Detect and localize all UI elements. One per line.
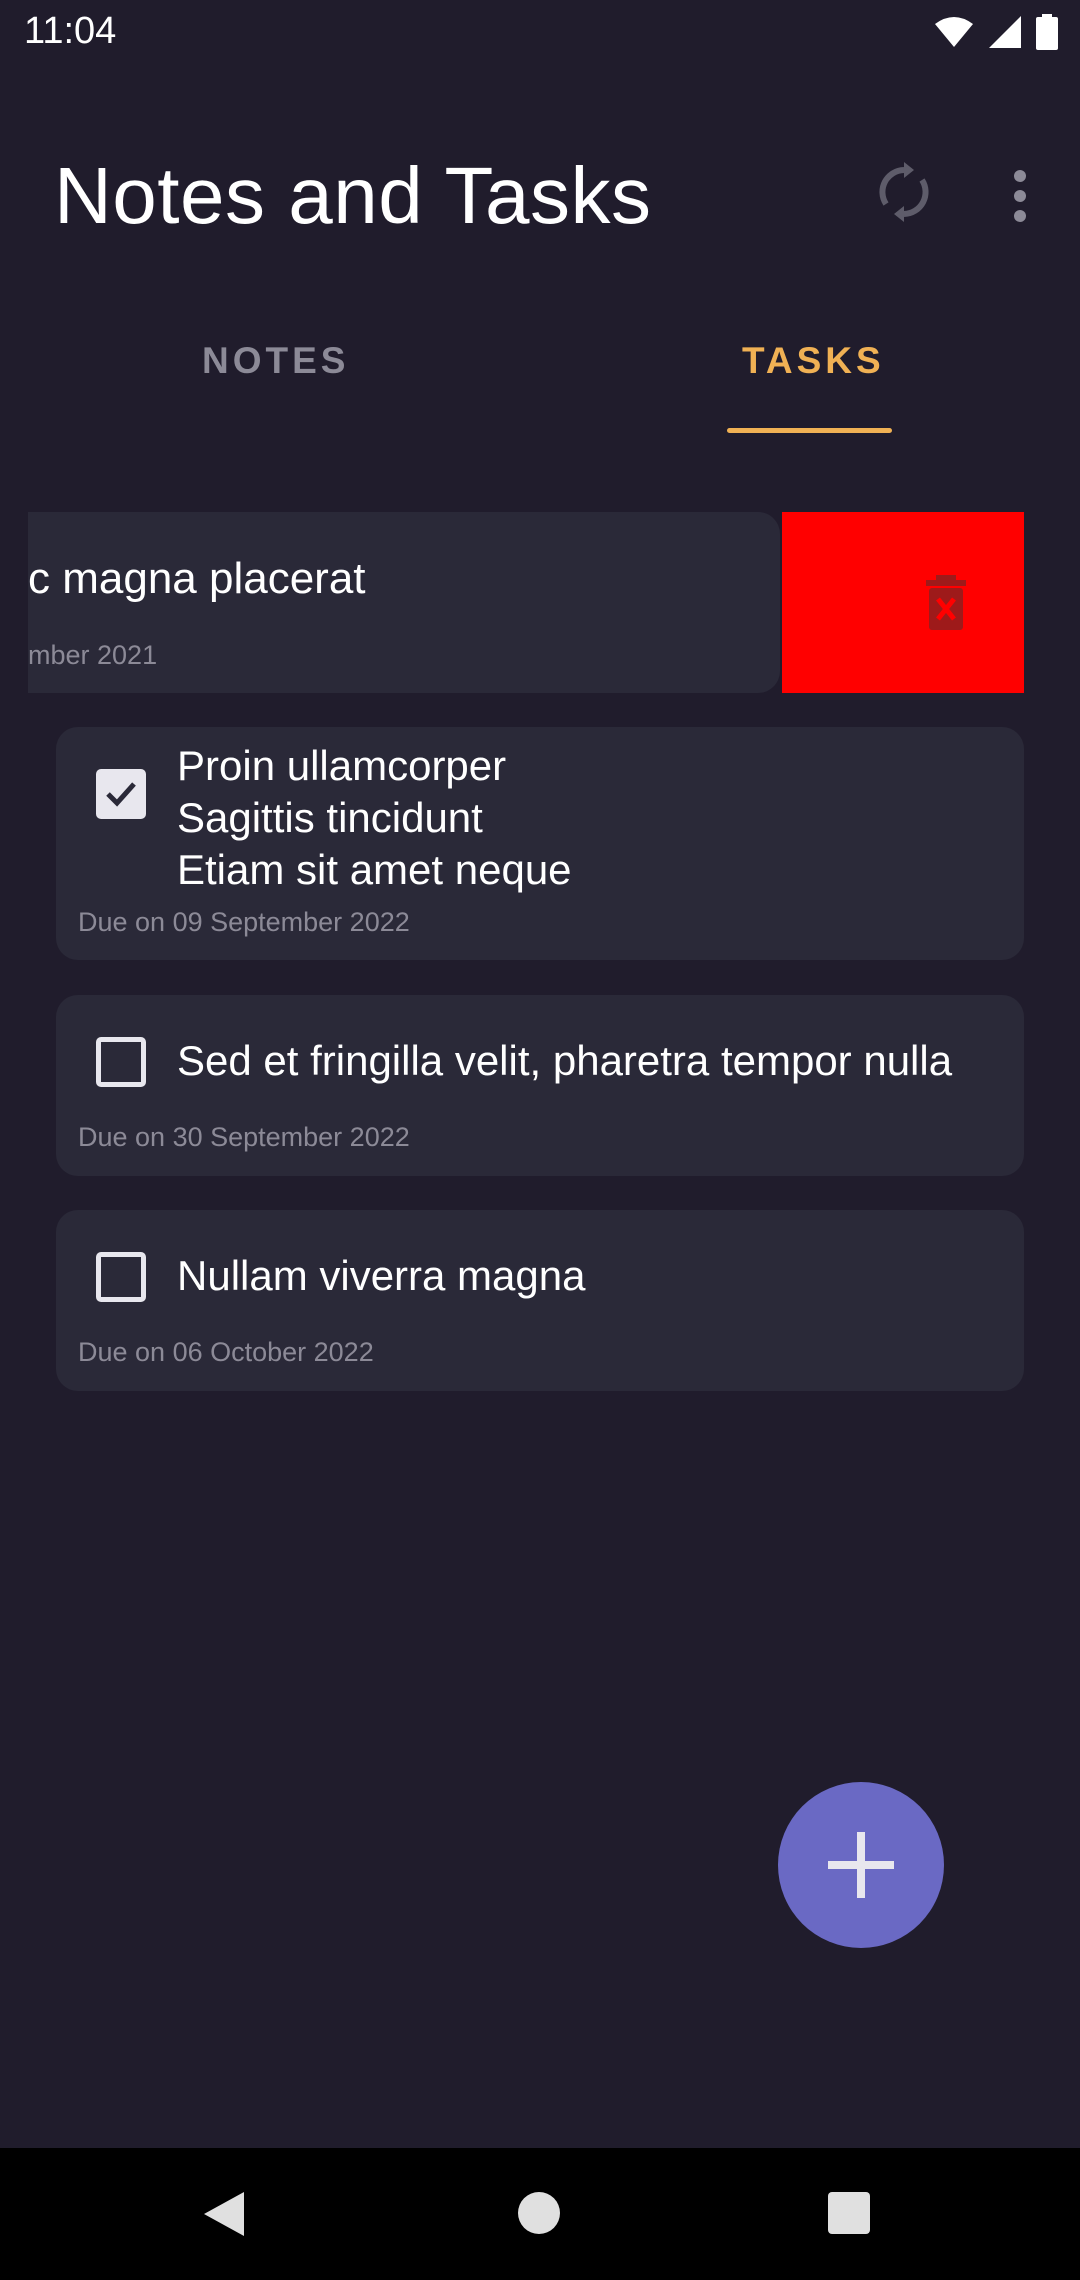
delete-icon: [926, 575, 966, 630]
sync-button[interactable]: [872, 160, 936, 224]
task-due-date: Due on 09 September 2022: [78, 907, 410, 937]
task-card[interactable]: Nullam viverra magna Due on 06 October 2…: [56, 1210, 1024, 1391]
sync-icon: [879, 162, 929, 222]
tab-notes[interactable]: NOTES: [202, 340, 349, 382]
tab-tasks[interactable]: TASKS: [742, 340, 885, 382]
swiped-task-due: mber 2021: [28, 640, 158, 670]
task-title-line: Sagittis tincidunt: [177, 794, 483, 841]
tab-indicator: [727, 428, 892, 433]
swipe-delete-background[interactable]: [782, 512, 1024, 693]
status-icons: [934, 14, 1058, 50]
back-icon[interactable]: [202, 2190, 246, 2238]
task-due-date: Due on 30 September 2022: [78, 1122, 410, 1152]
add-task-button[interactable]: [778, 1782, 944, 1948]
check-icon: [106, 782, 136, 807]
task-title-line: Sed et fringilla velit, pharetra tempor …: [177, 1037, 953, 1084]
app-title: Notes and Tasks: [54, 151, 652, 240]
task-card[interactable]: Sed et fringilla velit, pharetra tempor …: [56, 995, 1024, 1176]
swiped-task-title: c magna placerat: [28, 554, 366, 603]
wifi-icon: [935, 17, 973, 47]
task-checkbox[interactable]: [96, 1252, 146, 1302]
recents-icon[interactable]: [828, 2192, 870, 2234]
task-due-date: Due on 06 October 2022: [78, 1337, 374, 1367]
more-vert-icon: [1014, 170, 1026, 222]
add-icon: [828, 1832, 894, 1898]
home-icon[interactable]: [518, 2192, 560, 2234]
task-title-line: Proin ullamcorper: [177, 742, 507, 789]
task-card[interactable]: Proin ullamcorper Sagittis tincidunt Eti…: [56, 727, 1024, 960]
status-time: 11:04: [24, 10, 117, 52]
battery-icon: [1036, 14, 1058, 50]
cellular-signal-icon: [989, 16, 1021, 48]
delete-button[interactable]: [922, 575, 970, 631]
task-title-line: Nullam viverra magna: [177, 1252, 586, 1299]
task-checkbox[interactable]: [96, 1037, 146, 1087]
tab-bar: NOTES TASKS: [0, 320, 1080, 440]
task-title-line: Etiam sit amet neque: [177, 846, 572, 893]
more-options-button[interactable]: [1000, 166, 1040, 226]
system-nav-bar: [0, 2148, 1080, 2280]
app-screen: 11:04 Notes and Tasks NOTES TASKS c magn…: [0, 0, 1080, 2280]
task-checkbox[interactable]: [96, 769, 146, 819]
swiped-task-card[interactable]: c magna placerat mber 2021: [28, 512, 780, 693]
status-bar: 11:04: [0, 0, 1080, 66]
